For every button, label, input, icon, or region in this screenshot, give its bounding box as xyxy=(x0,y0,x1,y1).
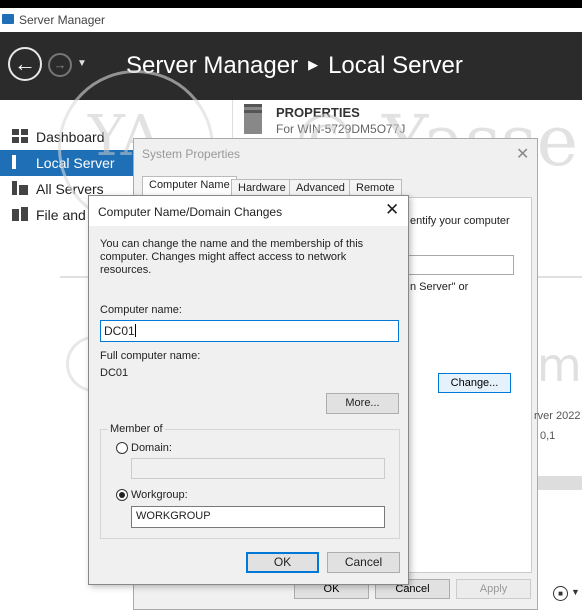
settings-icon[interactable]: ■ xyxy=(553,586,568,601)
forward-arrow-icon[interactable]: → xyxy=(48,53,72,77)
full-computer-name-value: DC01 xyxy=(100,367,129,379)
system-properties-title: System Properties xyxy=(142,147,241,161)
change-button[interactable]: Change... xyxy=(438,373,511,393)
chevron-down-icon[interactable]: ▼ xyxy=(571,587,580,597)
computer-name-input[interactable]: DC01 xyxy=(100,320,399,342)
dialog-description: You can change the name and the membersh… xyxy=(100,238,364,276)
cancel-button[interactable]: Cancel xyxy=(327,552,400,573)
breadcrumb-separator-icon: ▶ xyxy=(308,57,319,72)
window-title: Server Manager xyxy=(19,13,106,27)
computer-name-value: DC01 xyxy=(104,324,135,338)
example-text: n Server" or xyxy=(410,281,469,293)
workgroup-radio[interactable] xyxy=(116,489,128,501)
computer-name-label: Computer name: xyxy=(100,304,182,316)
local-server-icon xyxy=(12,155,16,169)
workgroup-label: Workgroup: xyxy=(131,489,188,501)
server-manager-icon xyxy=(2,14,14,24)
all-servers-icon xyxy=(12,181,28,195)
server-properties-icon xyxy=(244,104,262,134)
dialog-title: Computer Name/Domain Changes xyxy=(98,205,283,219)
computer-description-field[interactable] xyxy=(408,255,514,275)
domain-label: Domain: xyxy=(131,442,172,454)
domain-radio[interactable] xyxy=(116,442,128,454)
back-arrow-icon[interactable]: ← xyxy=(8,47,42,81)
breadcrumb: Server Manager ▶ Local Server xyxy=(126,52,463,80)
dialog-title-bar: Computer Name/Domain Changes ✕ xyxy=(89,196,408,226)
workgroup-input[interactable]: WORKGROUP xyxy=(131,506,385,528)
properties-subtitle: For WIN-5729DM5O77J xyxy=(276,122,406,136)
more-button[interactable]: More... xyxy=(326,393,399,414)
history-dropdown-icon[interactable]: ▼ xyxy=(77,58,87,69)
os-version-text: rver 2022 xyxy=(534,410,581,422)
ok-button[interactable]: OK xyxy=(246,552,319,573)
close-icon[interactable]: ✕ xyxy=(385,200,399,220)
dashboard-grid-icon xyxy=(12,129,28,143)
properties-title: PROPERTIES xyxy=(276,105,360,120)
member-of-label: Member of xyxy=(108,423,165,435)
sidebar-item-label: File and xyxy=(36,207,86,223)
server-manager-window: Server Manager ← → ▼ Server Manager ▶ Loca… xyxy=(0,8,582,610)
radio-selected-dot xyxy=(119,492,125,498)
file-storage-icon xyxy=(12,207,28,221)
gray-bar xyxy=(538,476,582,490)
domain-input[interactable] xyxy=(131,458,385,479)
close-icon[interactable]: ✕ xyxy=(516,144,529,164)
computer-name-dialog: Computer Name/Domain Changes ✕ You can c… xyxy=(88,195,409,585)
window-title-bar: Server Manager xyxy=(0,8,582,32)
apply-button[interactable]: Apply xyxy=(456,579,531,599)
identify-computer-text: entify your computer xyxy=(410,215,510,227)
version-number-text: 0,1 xyxy=(540,430,556,442)
breadcrumb-page: Local Server xyxy=(328,52,463,79)
text-cursor xyxy=(134,324,136,337)
full-computer-name-label: Full computer name: xyxy=(100,350,201,362)
